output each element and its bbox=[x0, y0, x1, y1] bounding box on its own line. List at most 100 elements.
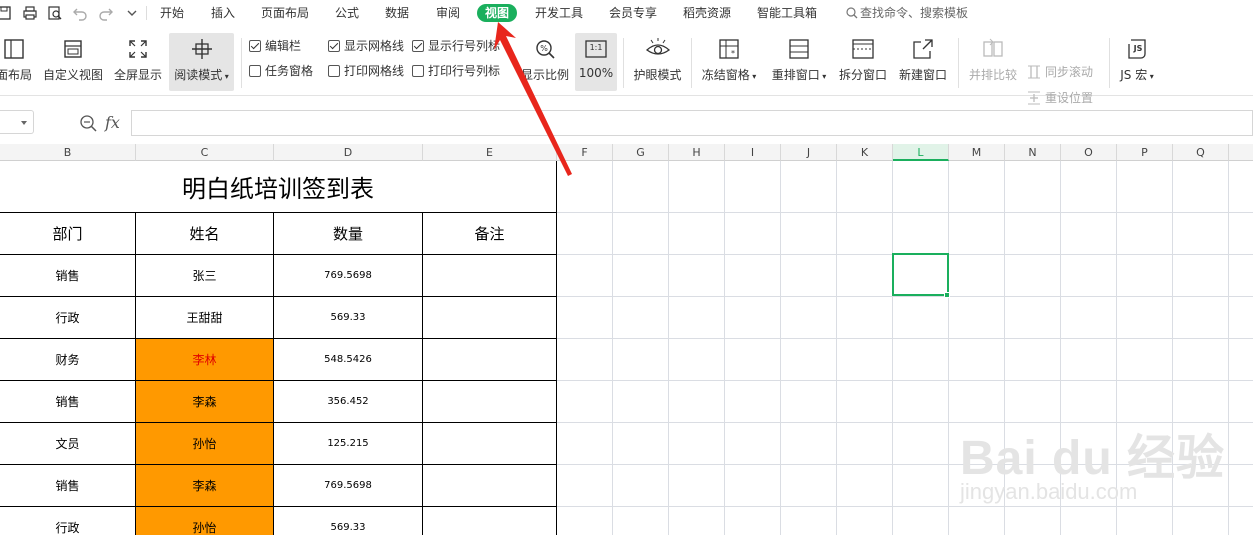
insert-function-icon[interactable]: fx bbox=[105, 113, 120, 132]
cell-quantity[interactable]: 569.33 bbox=[274, 507, 423, 535]
cell-name-highlighted[interactable]: 孙怡 bbox=[136, 507, 274, 535]
cell-quantity[interactable]: 569.33 bbox=[274, 297, 423, 339]
tab-smart-toolbox[interactable]: 智能工具箱 bbox=[757, 4, 817, 22]
cell-name-highlighted[interactable]: 李森 bbox=[136, 381, 274, 423]
cell-dept[interactable]: 销售 bbox=[0, 255, 136, 297]
arrange-windows-button[interactable]: 重排窗口 ▾ bbox=[768, 33, 830, 91]
cell-note[interactable] bbox=[423, 381, 557, 423]
tab-insert[interactable]: 插入 bbox=[211, 4, 235, 22]
undo-icon[interactable] bbox=[72, 5, 88, 21]
col-header-i[interactable]: I bbox=[725, 144, 781, 161]
page-layout-view-button[interactable]: 面布局 bbox=[0, 33, 34, 91]
tab-member[interactable]: 会员专享 bbox=[609, 4, 657, 22]
custom-view-button[interactable]: 自定义视图 bbox=[42, 33, 104, 91]
cell-name-highlighted[interactable]: 李林 bbox=[136, 339, 274, 381]
cell-note[interactable] bbox=[423, 339, 557, 381]
cell-dept[interactable]: 销售 bbox=[0, 381, 136, 423]
split-window-button[interactable]: 拆分窗口 bbox=[836, 33, 890, 91]
name-box[interactable] bbox=[0, 110, 34, 134]
spreadsheet-app: 开始 插入 页面布局 公式 数据 审阅 视图 开发工具 会员专享 稻壳资源 智能… bbox=[0, 0, 1253, 535]
col-header-q[interactable]: Q bbox=[1173, 144, 1229, 161]
header-name[interactable]: 姓名 bbox=[136, 213, 274, 255]
task-pane-label: 任务窗格 bbox=[265, 64, 314, 78]
col-header-c[interactable]: C bbox=[136, 144, 274, 161]
header-quantity[interactable]: 数量 bbox=[274, 213, 423, 255]
print-icon[interactable] bbox=[22, 5, 38, 21]
col-header-k[interactable]: K bbox=[837, 144, 893, 161]
tab-review[interactable]: 审阅 bbox=[436, 4, 460, 22]
table-title[interactable]: 明白纸培训签到表 bbox=[0, 161, 557, 213]
grid-line bbox=[556, 422, 1253, 423]
grid-line bbox=[556, 464, 1253, 465]
col-header-b[interactable]: B bbox=[0, 144, 136, 161]
tab-page-layout[interactable]: 页面布局 bbox=[261, 4, 309, 22]
col-header-r[interactable] bbox=[1229, 144, 1253, 161]
tab-formulas[interactable]: 公式 bbox=[335, 4, 359, 22]
col-header-n[interactable]: N bbox=[1005, 144, 1061, 161]
cell-quantity[interactable]: 548.5426 bbox=[274, 339, 423, 381]
zoom-search-icon[interactable] bbox=[79, 114, 97, 132]
print-preview-icon[interactable] bbox=[47, 5, 63, 21]
grid-line bbox=[948, 161, 949, 535]
cell-note[interactable] bbox=[423, 255, 557, 297]
cell-note[interactable] bbox=[423, 465, 557, 507]
fullscreen-button[interactable]: 全屏显示 bbox=[112, 33, 164, 91]
ribbon-divider bbox=[1109, 38, 1110, 88]
cell-name[interactable]: 王甜甜 bbox=[136, 297, 274, 339]
reading-mode-label: 阅读模式 ▾ bbox=[174, 68, 229, 82]
cell-quantity[interactable]: 356.452 bbox=[274, 381, 423, 423]
tab-docer-resources[interactable]: 稻壳资源 bbox=[683, 4, 731, 22]
cell-note[interactable] bbox=[423, 423, 557, 465]
tab-data[interactable]: 数据 bbox=[385, 4, 409, 22]
fill-handle[interactable] bbox=[944, 292, 950, 298]
cell-quantity[interactable]: 769.5698 bbox=[274, 465, 423, 507]
cell-dept[interactable]: 行政 bbox=[0, 297, 136, 339]
customize-dropdown-icon[interactable] bbox=[124, 5, 140, 21]
grid-line bbox=[1060, 161, 1061, 535]
redo-icon[interactable] bbox=[98, 5, 114, 21]
col-header-j[interactable]: J bbox=[781, 144, 837, 161]
side-by-side-button[interactable]: 并排比较 bbox=[966, 33, 1020, 91]
cell-dept[interactable]: 行政 bbox=[0, 507, 136, 535]
cell-dept[interactable]: 销售 bbox=[0, 465, 136, 507]
grid-line bbox=[556, 296, 1253, 297]
col-header-m[interactable]: M bbox=[949, 144, 1005, 161]
page-layout-icon bbox=[4, 39, 24, 59]
save-icon[interactable] bbox=[0, 5, 12, 21]
eye-protection-button[interactable]: 护眼模式 bbox=[630, 33, 685, 91]
js-macro-button[interactable]: JS JS 宏 ▾ bbox=[1115, 33, 1159, 91]
cell-note[interactable] bbox=[423, 507, 557, 535]
checkbox-unchecked-icon bbox=[412, 65, 424, 77]
col-header-g[interactable]: G bbox=[613, 144, 669, 161]
active-cell-selection[interactable] bbox=[892, 253, 949, 296]
header-note[interactable]: 备注 bbox=[423, 213, 557, 255]
freeze-panes-button[interactable]: * 冻结窗格 ▾ bbox=[698, 33, 760, 91]
reading-mode-button[interactable]: 阅读模式 ▾ bbox=[169, 33, 234, 91]
sync-scroll-label: 同步滚动 bbox=[1045, 65, 1094, 79]
page-layout-label: 面布局 bbox=[0, 68, 32, 82]
cell-quantity[interactable]: 769.5698 bbox=[274, 255, 423, 297]
cell-note[interactable] bbox=[423, 297, 557, 339]
new-window-button[interactable]: 新建窗口 bbox=[896, 33, 950, 91]
cell-dept[interactable]: 文员 bbox=[0, 423, 136, 465]
view-ribbon: 面布局 自定义视图 全屏显示 阅读模式 ▾ 编辑栏 任务窗格 显示网格线 打印网… bbox=[0, 26, 1253, 105]
print-gridlines-label: 打印网格线 bbox=[344, 64, 405, 78]
formula-input[interactable] bbox=[131, 110, 1253, 136]
grid-line bbox=[612, 161, 613, 535]
col-header-p[interactable]: P bbox=[1117, 144, 1173, 161]
tab-home[interactable]: 开始 bbox=[160, 4, 184, 22]
cell-name-highlighted[interactable]: 李森 bbox=[136, 465, 274, 507]
zoom-100-button[interactable]: 1:1 100% bbox=[575, 33, 617, 91]
col-header-o[interactable]: O bbox=[1061, 144, 1117, 161]
header-dept[interactable]: 部门 bbox=[0, 213, 136, 255]
eye-mode-label: 护眼模式 bbox=[633, 68, 682, 82]
cell-quantity[interactable]: 125.215 bbox=[274, 423, 423, 465]
cell-name[interactable]: 张三 bbox=[136, 255, 274, 297]
arrange-windows-label: 重排窗口 ▾ bbox=[771, 68, 827, 82]
col-header-l[interactable]: L bbox=[893, 144, 949, 161]
col-header-h[interactable]: H bbox=[669, 144, 725, 161]
cell-dept[interactable]: 财务 bbox=[0, 339, 136, 381]
grid-line bbox=[556, 380, 1253, 381]
cell-name-highlighted[interactable]: 孙怡 bbox=[136, 423, 274, 465]
col-header-d[interactable]: D bbox=[274, 144, 423, 161]
